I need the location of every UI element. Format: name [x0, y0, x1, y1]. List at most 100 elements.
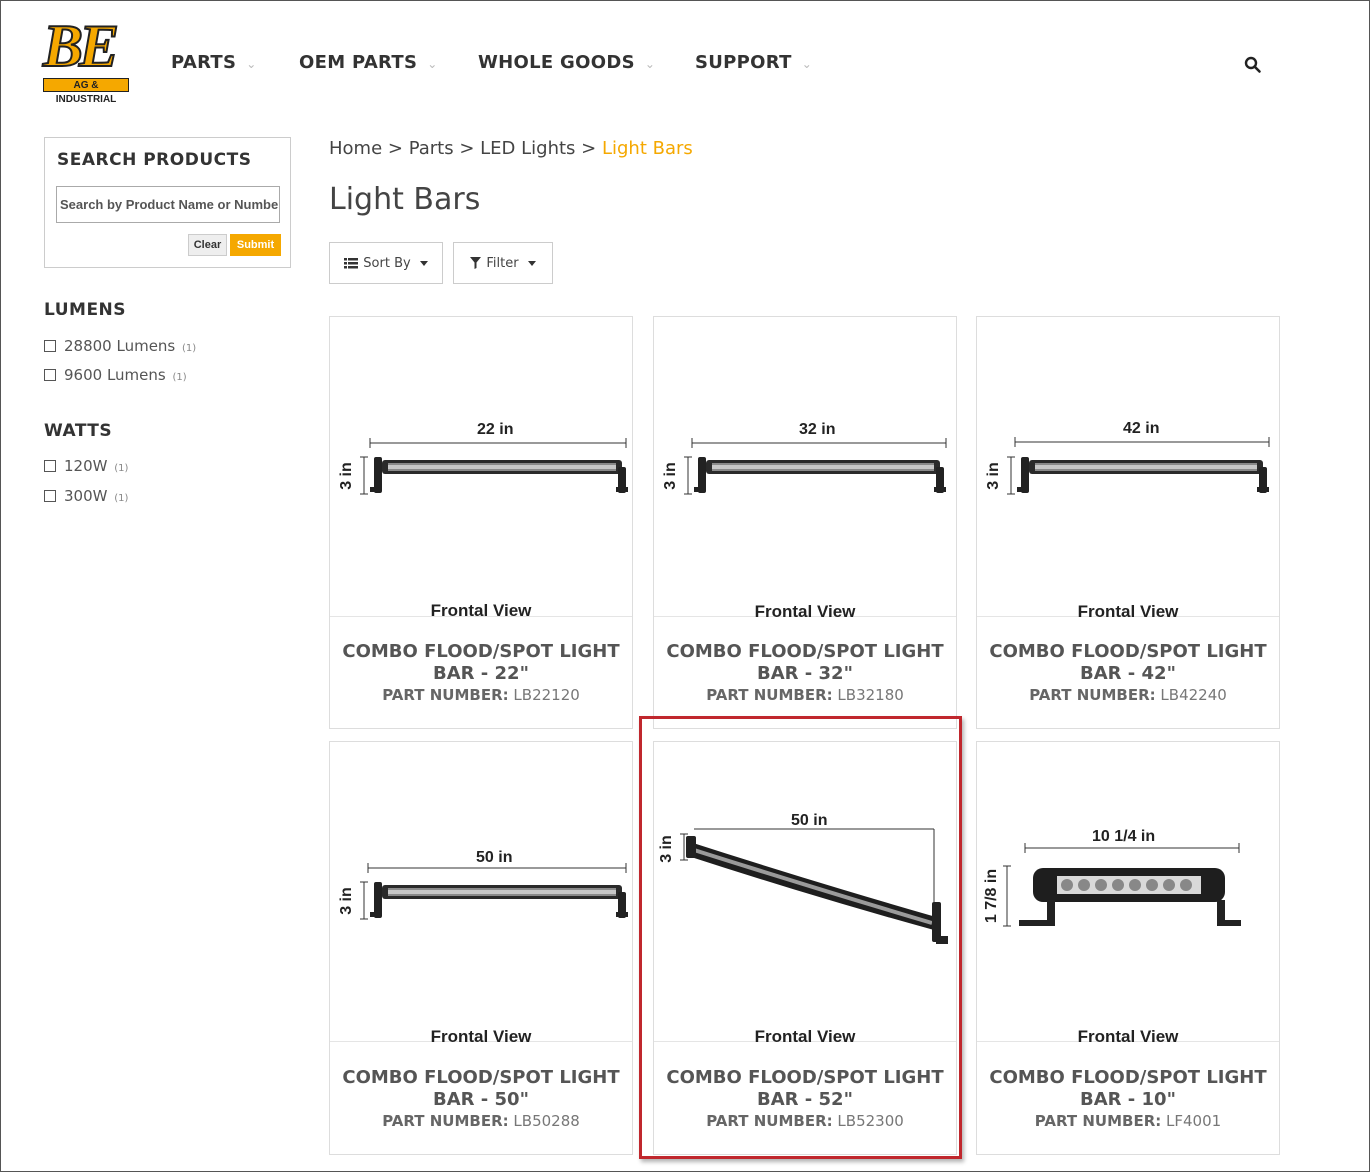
facet-option-9600-lumens[interactable]: 9600 Lumens (1)	[44, 366, 187, 384]
product-name[interactable]: COMBO FLOOD/SPOT LIGHT BAR - 50"	[330, 1067, 632, 1111]
facet-option-label: 9600 Lumens	[64, 366, 166, 384]
facet-option-count: (1)	[172, 372, 187, 383]
part-number: PART NUMBER: LB50288	[330, 1112, 632, 1130]
part-number: PART NUMBER: LB42240	[977, 686, 1279, 704]
facet-option-120w[interactable]: 120W (1)	[44, 457, 128, 475]
facet-option-count: (1)	[182, 343, 197, 354]
checkbox[interactable]	[44, 369, 56, 381]
view-label: Frontal View	[754, 602, 856, 621]
height-dimension: 3 in	[985, 462, 1002, 490]
product-name-line2: BAR - 10"	[1080, 1089, 1176, 1110]
product-name[interactable]: COMBO FLOOD/SPOT LIGHT BAR - 32"	[654, 641, 956, 685]
product-card[interactable]: Frontal View 32 in 3 in COMBO FLOOD/SPOT…	[653, 316, 957, 729]
width-dimension: 32 in	[799, 421, 836, 438]
checkbox[interactable]	[44, 460, 56, 472]
height-dimension: 3 in	[338, 887, 355, 915]
view-label: Frontal View	[430, 601, 532, 620]
product-image[interactable]	[977, 742, 1279, 1042]
part-number: PART NUMBER: LB22120	[330, 686, 632, 704]
part-number-value: LB22120	[513, 686, 580, 704]
facet-option-count: (1)	[114, 463, 129, 474]
clear-button[interactable]: Clear	[188, 234, 227, 256]
breadcrumb-led-lights[interactable]: LED Lights	[480, 138, 575, 159]
product-name-line1: COMBO FLOOD/SPOT LIGHT	[342, 641, 620, 662]
height-dimension: 3 in	[662, 462, 679, 490]
product-name-line2: BAR - 32"	[757, 663, 853, 684]
filter-dropdown[interactable]: Filter	[453, 242, 553, 284]
product-image[interactable]	[330, 317, 632, 617]
part-number-label: PART NUMBER:	[1029, 686, 1156, 704]
product-image[interactable]	[977, 317, 1279, 617]
product-name[interactable]: COMBO FLOOD/SPOT LIGHT BAR - 22"	[330, 641, 632, 685]
page-title: Light Bars	[329, 182, 481, 217]
checkbox[interactable]	[44, 490, 56, 502]
list-icon	[344, 257, 359, 268]
search-input[interactable]	[56, 186, 280, 223]
filter-icon	[470, 257, 482, 269]
part-number-label: PART NUMBER:	[382, 686, 509, 704]
nav-oem-parts-label: OEM PARTS	[299, 52, 418, 73]
product-card[interactable]: Frontal View 10 1/4 in 1 7/8 in COMBO FL…	[976, 741, 1280, 1155]
highlight-box	[639, 716, 962, 1159]
nav-parts-label: PARTS	[171, 52, 237, 73]
product-card[interactable]: Frontal View 22 in 3 in COMBO FLOOD/SPOT…	[329, 316, 633, 729]
height-dimension: 3 in	[338, 462, 355, 490]
light-bar-image	[360, 438, 628, 495]
breadcrumb-parts[interactable]: Parts	[409, 138, 454, 159]
part-number: PART NUMBER: LB32180	[654, 686, 956, 704]
width-dimension: 42 in	[1123, 420, 1160, 437]
nav-whole-goods-label: WHOLE GOODS	[478, 52, 635, 73]
breadcrumb-separator: >	[382, 138, 409, 159]
breadcrumb-current: Light Bars	[601, 138, 693, 159]
part-number-label: PART NUMBER:	[706, 686, 833, 704]
nav-parts[interactable]: PARTS ⌄	[171, 52, 257, 73]
part-number-value: LB42240	[1160, 686, 1227, 704]
search-products-panel: SEARCH PRODUCTS Clear Submit	[44, 137, 291, 268]
facet-option-label: 28800 Lumens	[64, 337, 176, 355]
light-bar-image	[360, 863, 628, 920]
nav-oem-parts[interactable]: OEM PARTS ⌄	[299, 52, 438, 73]
product-image[interactable]	[330, 742, 632, 1042]
logo-mark: BE	[42, 13, 120, 79]
facet-option-label: 120W	[64, 457, 108, 475]
view-label: Frontal View	[430, 1027, 532, 1046]
nav-support[interactable]: SUPPORT ⌄	[695, 52, 812, 73]
breadcrumb-home[interactable]: Home	[329, 138, 382, 159]
facet-option-300w[interactable]: 300W (1)	[44, 487, 128, 505]
product-name[interactable]: COMBO FLOOD/SPOT LIGHT BAR - 42"	[977, 641, 1279, 685]
search-products-title: SEARCH PRODUCTS	[57, 150, 252, 170]
caret-down-icon	[527, 260, 536, 266]
breadcrumb: Home > Parts > LED Lights > Light Bars	[329, 138, 693, 159]
product-name-line1: COMBO FLOOD/SPOT LIGHT	[989, 1067, 1267, 1088]
part-number-value: LF4001	[1166, 1112, 1222, 1130]
part-number: PART NUMBER: LF4001	[977, 1112, 1279, 1130]
width-dimension: 22 in	[477, 421, 514, 438]
product-image[interactable]	[654, 317, 956, 617]
product-card[interactable]: Frontal View 42 in 3 in COMBO FLOOD/SPOT…	[976, 316, 1280, 729]
breadcrumb-separator: >	[575, 138, 602, 159]
sort-by-dropdown[interactable]: Sort By	[329, 242, 443, 284]
chevron-down-icon: ⌄	[801, 57, 813, 71]
search-icon[interactable]	[1244, 56, 1262, 74]
product-card[interactable]: Frontal View 50 in 3 in COMBO FLOOD/SPOT…	[329, 741, 633, 1155]
facet-title-lumens: LUMENS	[44, 300, 127, 320]
nav-whole-goods[interactable]: WHOLE GOODS ⌄	[478, 52, 655, 73]
height-dimension: 1 7/8 in	[983, 868, 1000, 924]
facet-option-count: (1)	[114, 493, 129, 504]
nav-support-label: SUPPORT	[695, 52, 792, 73]
light-bar-image	[684, 438, 947, 495]
product-name-line1: COMBO FLOOD/SPOT LIGHT	[989, 641, 1267, 662]
logo[interactable]: BE AG & INDUSTRIAL	[42, 13, 129, 105]
checkbox[interactable]	[44, 340, 56, 352]
width-dimension: 50 in	[476, 849, 513, 866]
filter-label: Filter	[486, 255, 519, 271]
part-number-label: PART NUMBER:	[382, 1112, 509, 1130]
facet-option-label: 300W	[64, 487, 108, 505]
width-dimension: 10 1/4 in	[1092, 828, 1156, 845]
chevron-down-icon: ⌄	[246, 57, 257, 71]
breadcrumb-separator: >	[453, 138, 481, 159]
part-number-value: LB50288	[513, 1112, 580, 1130]
facet-option-28800-lumens[interactable]: 28800 Lumens (1)	[44, 337, 196, 355]
product-name[interactable]: COMBO FLOOD/SPOT LIGHT BAR - 10"	[977, 1067, 1279, 1111]
submit-button[interactable]: Submit	[230, 234, 281, 256]
